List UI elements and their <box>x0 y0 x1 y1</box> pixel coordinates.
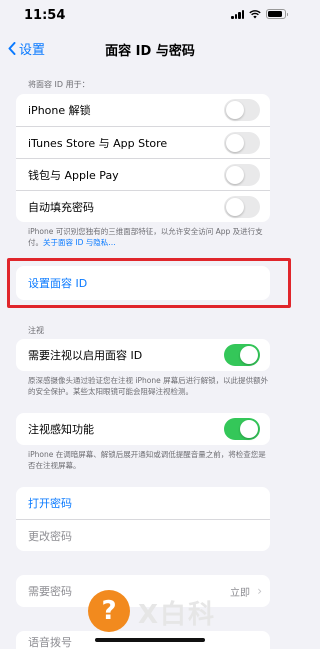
status-icons <box>231 9 288 19</box>
battery-icon <box>266 9 288 19</box>
attention-aware-footer: iPhone 在调暗屏幕、解锁后展开通知或调低提醒音量之前，将检查您是否在注视屏… <box>28 450 266 470</box>
navigation-bar: 设置 面容 ID 与密码 <box>0 32 300 64</box>
face-id-footer: iPhone 可识别您独有的三维面部特征，以允许安全访问 App 及进行支付。关… <box>28 226 268 248</box>
wifi-icon <box>249 9 261 18</box>
require-attention-card: 需要注视以启用面容 ID <box>16 339 270 371</box>
require-attention-row[interactable]: 需要注视以启用面容 ID <box>16 339 270 371</box>
turn-on-passcode-label: 打开密码 <box>28 497 72 510</box>
highlight-box <box>7 258 291 308</box>
require-passcode-value: 立即 <box>230 587 250 599</box>
itunes-app-store-row[interactable]: iTunes Store 与 App Store <box>16 126 270 158</box>
home-indicator <box>95 638 205 642</box>
watermark-logo: ? <box>88 590 130 632</box>
attention-aware-toggle[interactable] <box>224 418 260 440</box>
page-title: 面容 ID 与密码 <box>105 44 195 59</box>
attention-header: 注视 <box>28 326 44 335</box>
attention-aware-row[interactable]: 注视感知功能 <box>16 413 270 445</box>
itunes-app-store-toggle[interactable] <box>224 131 260 154</box>
turn-on-passcode-row[interactable]: 打开密码 <box>16 487 270 519</box>
require-attention-toggle[interactable] <box>224 344 260 366</box>
change-passcode-row[interactable]: 更改密码 <box>16 519 270 551</box>
chevron-right-icon: › <box>257 584 262 598</box>
iphone-unlock-toggle[interactable] <box>224 99 260 121</box>
change-passcode-label: 更改密码 <box>28 529 72 543</box>
status-bar: 11:54 <box>0 0 300 32</box>
use-face-id-header: 将面容 ID 用于： <box>28 80 90 89</box>
attention-aware-card: 注视感知功能 <box>16 413 270 445</box>
passcode-card: 打开密码 更改密码 <box>16 487 270 551</box>
require-attention-footer: 原深感摄像头通过验证您在注视 iPhone 屏幕后进行解锁，以此提供额外的安全保… <box>28 376 269 396</box>
wallet-apple-pay-row[interactable]: 钱包与 Apple Pay <box>16 158 270 190</box>
iphone-unlock-row[interactable]: iPhone 解锁 <box>16 94 270 126</box>
status-time: 11:54 <box>24 8 66 23</box>
autofill-passwords-row[interactable]: 自动填充密码 <box>16 190 270 222</box>
cellular-signal-icon <box>231 9 244 19</box>
face-id-privacy-link[interactable]: 关于面容 ID 与隐私… <box>43 238 116 247</box>
wallet-apple-pay-toggle[interactable] <box>224 163 260 186</box>
autofill-passwords-toggle[interactable] <box>224 195 260 218</box>
use-face-id-card: iPhone 解锁 iTunes Store 与 App Store 钱包与 A… <box>16 94 270 222</box>
watermark-text: X白科 <box>138 600 217 630</box>
